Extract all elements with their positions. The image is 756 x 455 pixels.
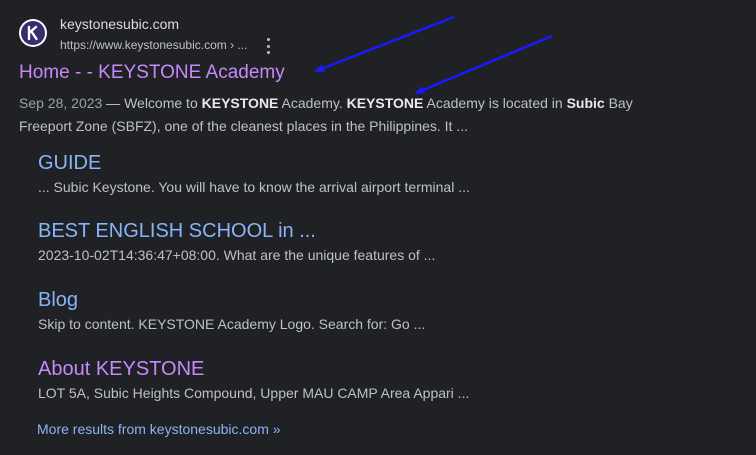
arrow-annotation-icon (314, 15, 455, 73)
result-snippet: Sep 28, 2023 — Welcome to KEYSTONE Acade… (19, 92, 639, 138)
k-letter-icon (27, 25, 38, 41)
sitelink-desc: Skip to content. KEYSTONE Academy Logo. … (38, 316, 426, 332)
more-results-link[interactable]: More results from keystonesubic.com » (37, 421, 281, 437)
sitelink-desc: ... Subic Keystone. You will have to kno… (38, 179, 470, 195)
snippet-bold-keystone: KEYSTONE (201, 95, 279, 111)
sitelink-best-english-school: BEST ENGLISH SCHOOL in ... 2023-10-02T14… (38, 220, 435, 263)
snippet-text: Academy. (278, 95, 347, 111)
sitelink-desc: LOT 5A, Subic Heights Compound, Upper MA… (38, 385, 470, 401)
sitelink-title[interactable]: GUIDE (38, 152, 470, 175)
sitelink-blog: Blog Skip to content. KEYSTONE Academy L… (38, 289, 425, 332)
sitelink-title[interactable]: BEST ENGLISH SCHOOL in ... (38, 220, 435, 243)
keystone-logo-icon (19, 19, 47, 47)
more-options-icon[interactable] (262, 38, 274, 54)
snippet-text: Academy is located in (423, 95, 567, 111)
sitelink-title[interactable]: Blog (38, 289, 425, 312)
site-url: https://www.keystonesubic.com › ... (60, 38, 248, 52)
arrow-annotation-icon (414, 34, 553, 95)
snippet-bold-subic: Subic (566, 95, 605, 111)
sitelink-title[interactable]: About KEYSTONE (38, 358, 469, 381)
snippet-bold-keystone: KEYSTONE (346, 95, 424, 111)
sitelink-desc: 2023-10-02T14:36:47+08:00. What are the … (38, 247, 436, 263)
snippet-text: — Welcome to (102, 95, 202, 111)
site-name: keystonesubic.com (60, 16, 180, 32)
sitelink-guide: GUIDE ... Subic Keystone. You will have … (38, 152, 470, 195)
result-title-link[interactable]: Home - - KEYSTONE Academy (19, 62, 285, 84)
sitelink-about-keystone: About KEYSTONE LOT 5A, Subic Heights Com… (38, 358, 469, 401)
result-date: Sep 28, 2023 (19, 95, 103, 111)
